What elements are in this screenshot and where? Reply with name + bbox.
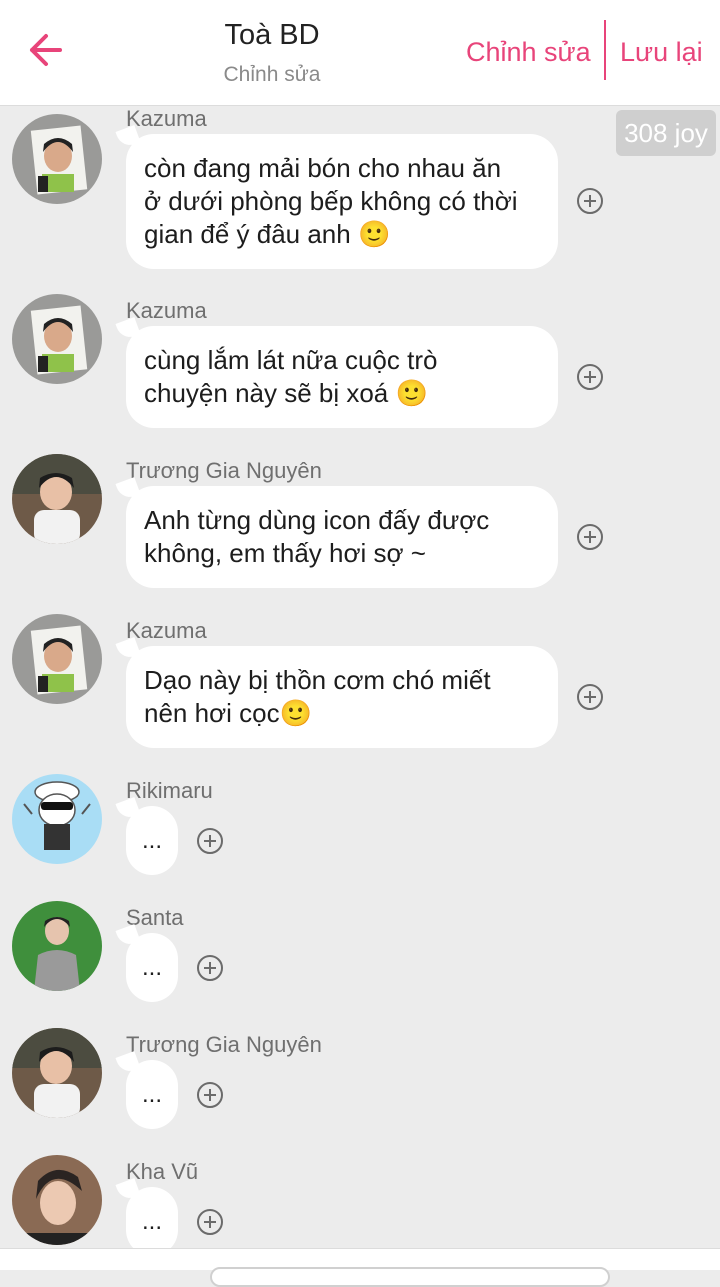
sender-name: Trương Gia Nguyên: [126, 1032, 322, 1057]
add-reaction-icon[interactable]: [197, 955, 223, 981]
header-divider: [604, 20, 606, 80]
add-reaction-icon[interactable]: [577, 188, 603, 214]
sender-name: Kazuma: [126, 618, 207, 643]
truong-gia-nguyen-avatar[interactable]: [12, 454, 102, 544]
page-title: Toà BD: [224, 19, 320, 51]
add-reaction-icon[interactable]: [577, 684, 603, 710]
add-reaction-icon[interactable]: [577, 524, 603, 550]
message-bubble[interactable]: còn đang mải bón cho nhau ăn ở dưới phòn…: [126, 134, 558, 269]
message-bubble[interactable]: Anh từng dùng icon đấy được không, em th…: [126, 486, 558, 588]
rikimaru-avatar[interactable]: [12, 774, 102, 864]
bottom-input-bar: [0, 1248, 720, 1287]
sender-name: Kazuma: [126, 106, 207, 131]
message-input[interactable]: [210, 1267, 610, 1287]
typing-bubble[interactable]: ...: [126, 1060, 178, 1129]
add-reaction-icon[interactable]: [577, 364, 603, 390]
page-subtitle: Chỉnh sửa: [223, 63, 321, 86]
typing-bubble[interactable]: ...: [126, 933, 178, 1002]
kha-vu-avatar[interactable]: [12, 1155, 102, 1245]
message-bubble[interactable]: Dạo này bị thồn cơm chó miết nên hơi cọc…: [126, 646, 558, 748]
sender-name: Rikimaru: [126, 778, 213, 803]
add-reaction-icon[interactable]: [197, 1209, 223, 1235]
chat-header: Toà BD Chỉnh sửa Chỉnh sửa Lưu lại: [0, 0, 720, 106]
save-button[interactable]: Lưu lại: [620, 32, 703, 72]
kazuma-avatar[interactable]: [12, 294, 102, 384]
message-bubble[interactable]: cùng lắm lát nữa cuộc trò chuyện này sẽ …: [126, 326, 558, 428]
add-reaction-icon[interactable]: [197, 828, 223, 854]
title-block: Toà BD Chỉnh sửa: [140, 16, 404, 90]
kazuma-avatar[interactable]: [12, 114, 102, 204]
typing-bubble[interactable]: ...: [126, 806, 178, 875]
joy-counter-badge: 308 joy: [616, 110, 716, 156]
back-arrow-icon[interactable]: [22, 28, 66, 72]
truong-gia-nguyen-avatar[interactable]: [12, 1028, 102, 1118]
sender-name: Trương Gia Nguyên: [126, 458, 322, 483]
add-reaction-icon[interactable]: [197, 1082, 223, 1108]
kazuma-avatar[interactable]: [12, 614, 102, 704]
typing-bubble[interactable]: ...: [126, 1187, 178, 1256]
sender-name: Kha Vũ: [126, 1159, 199, 1184]
edit-button[interactable]: Chỉnh sửa: [466, 32, 591, 72]
santa-avatar[interactable]: [12, 901, 102, 991]
sender-name: Kazuma: [126, 298, 207, 323]
